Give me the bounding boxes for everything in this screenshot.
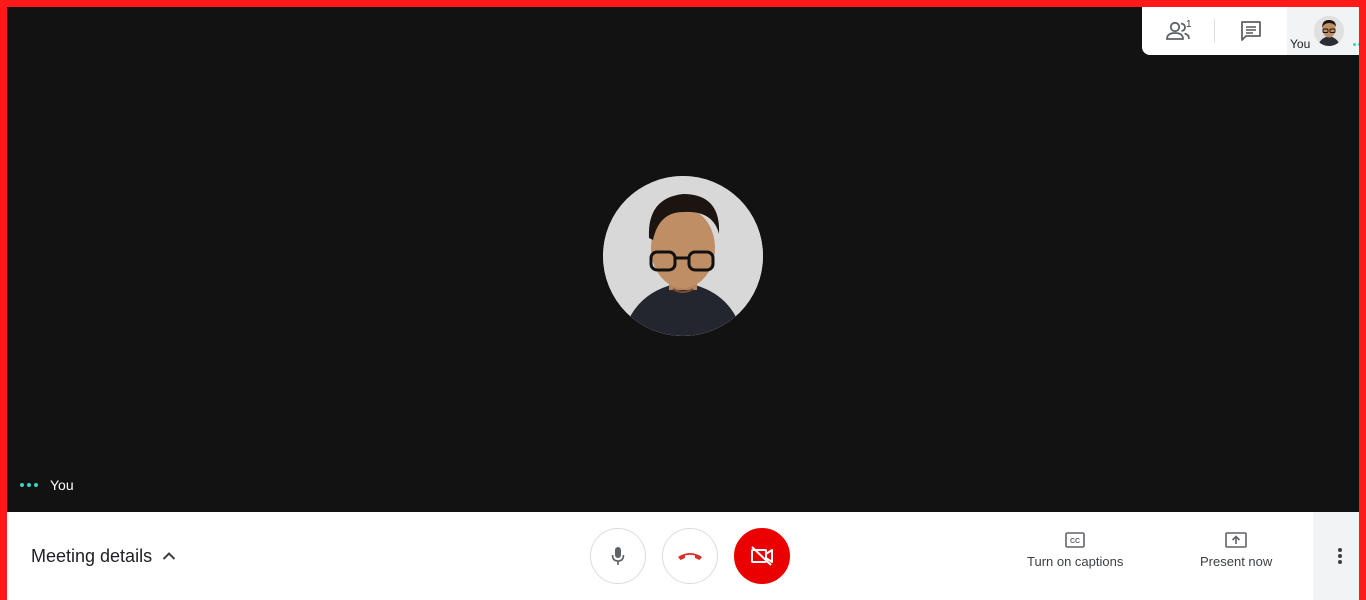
speaking-indicator-icon bbox=[20, 483, 38, 487]
more-vert-icon bbox=[1337, 548, 1342, 564]
self-tile-label: You bbox=[1290, 37, 1311, 51]
chevron-up-icon bbox=[162, 552, 176, 560]
video-stage: You bbox=[7, 7, 1359, 512]
phone-hangup-icon bbox=[678, 553, 702, 560]
chat-icon bbox=[1241, 21, 1261, 41]
captions-label: Turn on captions bbox=[1027, 554, 1124, 569]
window-frame-edge bbox=[1359, 0, 1366, 600]
self-name: You bbox=[50, 477, 74, 493]
present-screen-icon bbox=[1225, 532, 1247, 548]
microphone-icon bbox=[611, 547, 625, 565]
camera-off-icon bbox=[751, 546, 773, 566]
present-now-label: Present now bbox=[1200, 554, 1273, 569]
self-avatar bbox=[1314, 16, 1344, 46]
self-name-tag: You bbox=[20, 477, 74, 493]
captions-button[interactable]: CC Turn on captions bbox=[1027, 532, 1123, 569]
svg-text:CC: CC bbox=[1070, 538, 1080, 545]
hang-up-button[interactable] bbox=[662, 528, 718, 584]
participants-button[interactable]: 1 bbox=[1142, 7, 1214, 55]
closed-captions-icon: CC bbox=[1065, 532, 1085, 548]
meeting-details-button[interactable]: Meeting details bbox=[31, 512, 176, 600]
chat-button[interactable] bbox=[1215, 7, 1287, 55]
camera-toggle-button[interactable] bbox=[734, 528, 790, 584]
avatar-photo-small bbox=[1314, 16, 1344, 46]
microphone-button[interactable] bbox=[590, 528, 646, 584]
participant-avatar bbox=[603, 176, 763, 336]
present-now-button[interactable]: Present now bbox=[1200, 532, 1272, 569]
participants-count: 1 bbox=[1186, 19, 1192, 30]
avatar-photo bbox=[603, 176, 763, 336]
meeting-details-label: Meeting details bbox=[31, 545, 153, 566]
top-right-panel: 1 You bbox=[1142, 7, 1361, 55]
self-tile[interactable]: You bbox=[1287, 7, 1361, 55]
bottom-control-bar: Meeting details CC Turn on captions Pres… bbox=[7, 512, 1366, 600]
